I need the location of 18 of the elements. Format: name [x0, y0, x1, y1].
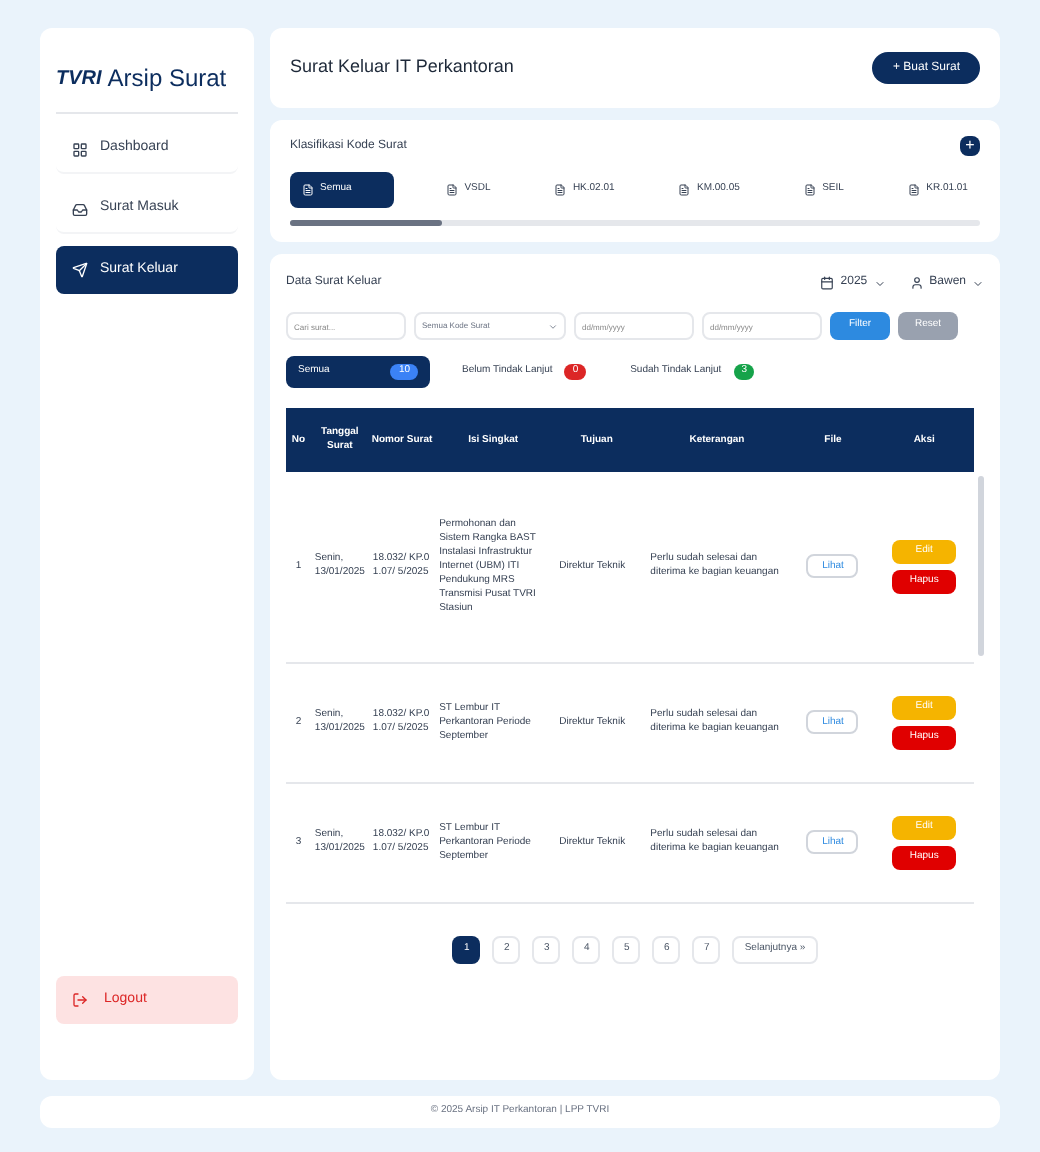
page-title: Surat Keluar IT Perkantoran: [290, 54, 514, 81]
file-icon: [302, 184, 314, 196]
file-icon: [554, 184, 567, 196]
file-icon: [908, 184, 921, 196]
app-title: Arsip Surat: [107, 62, 227, 96]
file-icon: [446, 184, 459, 196]
user-icon: [909, 276, 924, 290]
add-button[interactable]: +: [960, 136, 980, 156]
file-icon: [804, 184, 817, 196]
chevron-icon: [873, 277, 886, 289]
logo-mark: TVRI: [56, 65, 102, 93]
file-icon: [678, 184, 691, 196]
chevron-icon: [548, 321, 558, 331]
scroll-thumb[interactable]: [290, 220, 442, 226]
logout-icon: [72, 992, 88, 1008]
chevron-icon: [972, 277, 984, 289]
scrollbar[interactable]: [978, 476, 984, 656]
calendar-icon: [820, 276, 835, 290]
